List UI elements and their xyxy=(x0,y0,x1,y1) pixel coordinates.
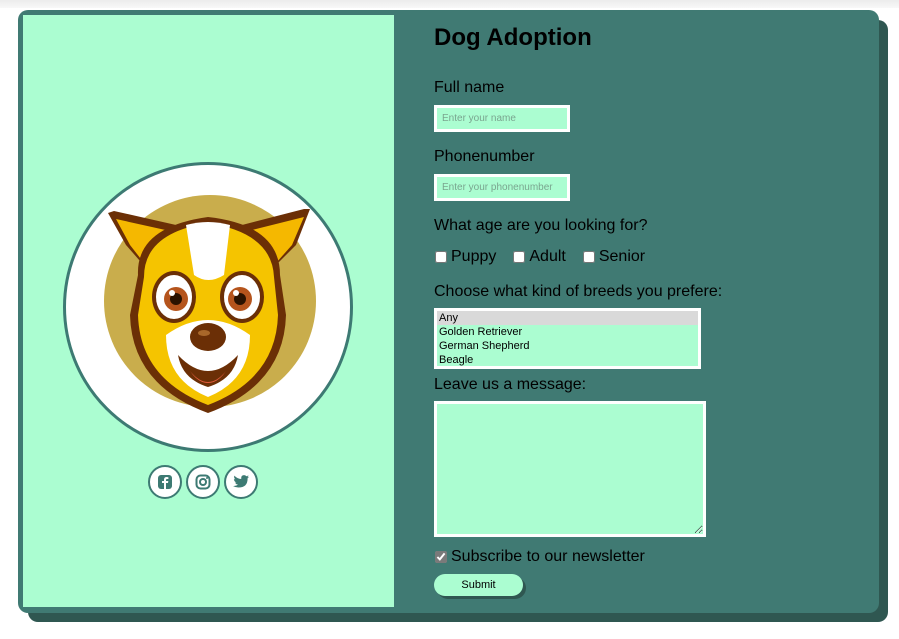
breed-listbox[interactable]: Any Golden Retriever German Shepherd Bea… xyxy=(434,308,701,369)
age-option-senior[interactable]: Senior xyxy=(582,248,645,266)
breed-question: Choose what kind of breeds you prefere: xyxy=(434,283,723,300)
twitter-icon[interactable] xyxy=(224,465,258,499)
facebook-icon[interactable] xyxy=(148,465,182,499)
submit-button[interactable]: Submit xyxy=(434,574,523,596)
senior-label: Senior xyxy=(598,248,646,265)
breed-option-beagle[interactable]: Beagle xyxy=(437,353,698,366)
instagram-icon[interactable] xyxy=(186,465,220,499)
newsletter-checkbox[interactable] xyxy=(435,551,447,563)
message-textarea[interactable] xyxy=(434,401,706,537)
breed-option-any[interactable]: Any xyxy=(437,311,698,325)
message-label: Leave us a message: xyxy=(434,376,587,393)
dog-avatar xyxy=(63,162,353,452)
puppy-checkbox[interactable] xyxy=(435,251,447,263)
age-option-puppy[interactable]: Puppy xyxy=(434,248,496,266)
senior-checkbox[interactable] xyxy=(582,251,595,263)
browser-top-edge xyxy=(0,0,899,8)
phone-label: Phonenumber xyxy=(434,148,535,165)
puppy-label: Puppy xyxy=(451,248,497,265)
full-name-label: Full name xyxy=(434,79,505,96)
age-question: What age are you looking for? xyxy=(434,217,648,234)
breed-option-golden-retriever[interactable]: Golden Retriever xyxy=(437,325,698,339)
newsletter-option[interactable]: Subscribe to our newsletter xyxy=(434,548,645,566)
newsletter-label: Subscribe to our newsletter xyxy=(451,548,645,565)
age-options: Puppy Adult Senior xyxy=(434,248,661,266)
adult-checkbox[interactable] xyxy=(513,251,526,263)
age-option-adult[interactable]: Adult xyxy=(512,248,566,266)
phone-input[interactable] xyxy=(434,174,570,201)
breed-option-german-shepherd[interactable]: German Shepherd xyxy=(437,339,698,353)
adult-label: Adult xyxy=(529,248,566,265)
dog-illustration xyxy=(104,195,316,413)
full-name-input[interactable] xyxy=(434,105,570,132)
page-title: Dog Adoption xyxy=(434,24,592,51)
social-links xyxy=(148,465,268,501)
left-panel xyxy=(23,15,394,607)
adoption-card: Dog Adoption Full name Phonenumber What … xyxy=(18,10,879,613)
adoption-form: Dog Adoption Full name Phonenumber What … xyxy=(434,10,854,610)
